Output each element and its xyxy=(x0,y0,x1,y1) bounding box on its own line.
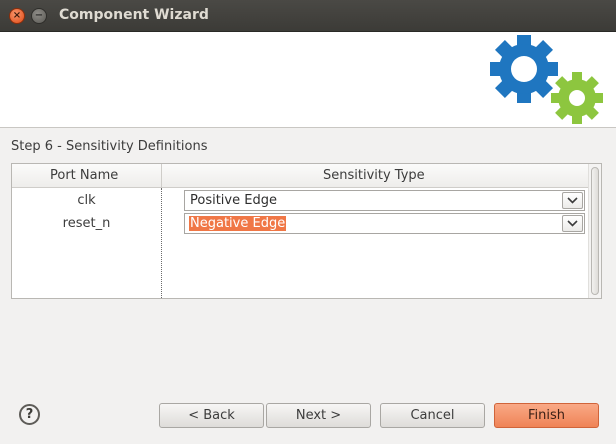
close-window-button[interactable]: × xyxy=(9,8,25,24)
window-title: Component Wizard xyxy=(59,7,209,23)
sensitivity-select-reset-n[interactable]: Negative Edge xyxy=(184,213,585,234)
chevron-down-icon[interactable] xyxy=(562,192,583,209)
help-icon[interactable]: ? xyxy=(19,404,40,425)
cancel-button[interactable]: Cancel xyxy=(380,403,485,428)
column-header-port-name[interactable]: Port Name xyxy=(50,168,118,183)
back-button[interactable]: < Back xyxy=(159,403,264,428)
vertical-scrollbar[interactable] xyxy=(588,164,601,298)
sensitivity-table: Port Name Sensitivity Type clk Positive … xyxy=(11,163,602,299)
table-header: Port Name Sensitivity Type xyxy=(12,164,601,188)
sensitivity-value: Positive Edge xyxy=(190,193,277,208)
minimize-window-button[interactable]: − xyxy=(31,8,47,24)
gears-icon xyxy=(490,35,603,124)
finish-button[interactable]: Finish xyxy=(494,403,599,428)
column-divider-body xyxy=(161,188,162,298)
title-bar: × − Component Wizard xyxy=(0,0,616,32)
column-divider[interactable] xyxy=(161,164,162,188)
chevron-down-icon[interactable] xyxy=(562,215,583,232)
sensitivity-select-clk[interactable]: Positive Edge xyxy=(184,190,585,211)
scrollbar-thumb[interactable] xyxy=(591,167,599,295)
sensitivity-value-selected: Negative Edge xyxy=(189,216,287,231)
table-row-port-clk[interactable]: clk xyxy=(12,193,161,208)
step-title: Step 6 - Sensitivity Definitions xyxy=(11,139,208,154)
table-row-port-reset-n[interactable]: reset_n xyxy=(12,216,161,231)
column-header-sensitivity-type[interactable]: Sensitivity Type xyxy=(323,168,425,183)
next-button[interactable]: Next > xyxy=(266,403,371,428)
wizard-banner xyxy=(0,32,616,128)
